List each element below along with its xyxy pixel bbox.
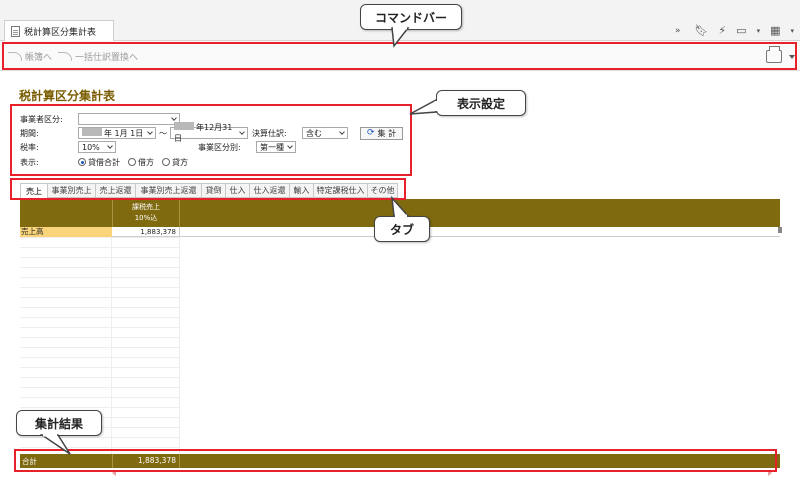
callout-tab-tail	[390, 195, 410, 218]
row-value: 1,883,378	[112, 227, 180, 237]
window-layout-icon[interactable]: ▭	[736, 24, 746, 37]
column-header-line1: 課税売上	[132, 203, 160, 211]
document-tab-label: 税計算区分集計表	[24, 27, 97, 38]
column-header-line2: 10%込	[134, 214, 158, 222]
highlight-display-settings	[10, 104, 412, 176]
calendar-icon[interactable]: ▦	[770, 24, 780, 37]
overflow-chevron[interactable]: »	[675, 26, 681, 36]
row-label: 売上高	[20, 227, 112, 237]
document-icon	[11, 25, 20, 37]
document-tab[interactable]: 税計算区分集計表	[4, 20, 114, 41]
callout-command-bar-tail	[391, 26, 410, 48]
calendar-dropdown-icon[interactable]: ▾	[790, 27, 794, 35]
callout-result-tail	[39, 433, 71, 455]
callout-command-bar: コマンドバー	[360, 4, 462, 30]
lightning-icon[interactable]: ⚡︎	[718, 24, 726, 37]
callout-tab: タブ	[374, 216, 430, 242]
page-title: 税計算区分集計表	[19, 89, 116, 103]
window-right-icons: » 🔖︎ ⚡︎ ▭ ▾ ▦ ▾	[675, 24, 794, 37]
window-layout-dropdown-icon[interactable]: ▾	[757, 27, 761, 35]
bookmark-icon[interactable]: 🔖︎	[694, 24, 708, 37]
callout-result: 集計結果	[16, 410, 102, 436]
callout-display-settings: 表示設定	[436, 90, 526, 116]
vertical-scrollbar[interactable]	[778, 227, 782, 233]
highlight-result	[14, 449, 777, 472]
callout-display-settings-tail	[409, 98, 438, 115]
highlight-tabs	[10, 178, 406, 200]
column-header: 課税売上 10%込	[112, 199, 180, 227]
